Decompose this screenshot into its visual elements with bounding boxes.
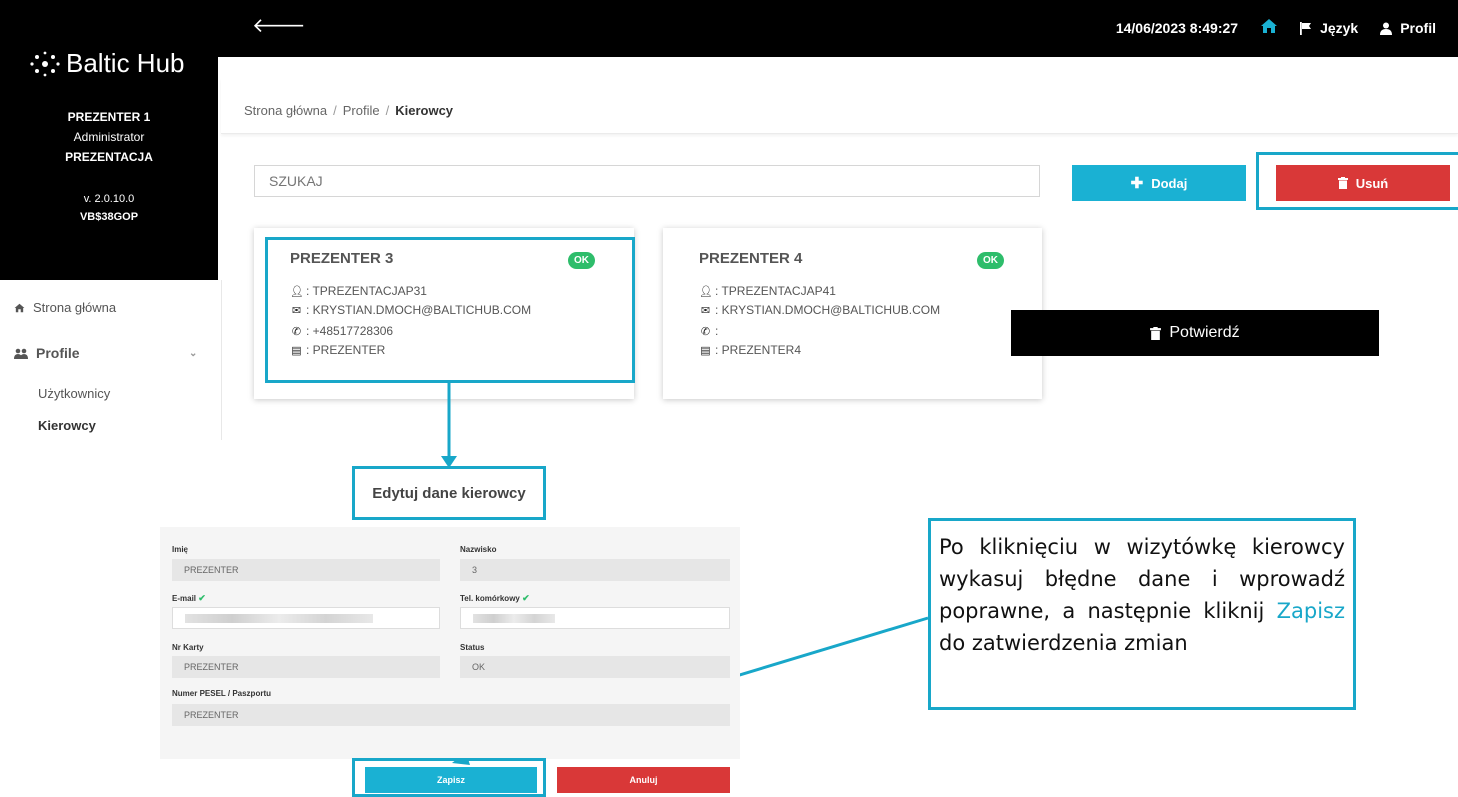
phone-field[interactable] — [460, 607, 730, 629]
first-name-field[interactable]: PREZENTER — [172, 559, 440, 581]
instruction-text-end: do zatwierdzenia zmian — [939, 631, 1188, 655]
last-name-label: Nazwisko — [460, 545, 497, 554]
pesel-field[interactable]: PREZENTER — [172, 704, 730, 726]
card-number-field[interactable]: PREZENTER — [172, 656, 440, 678]
cancel-button[interactable]: Anuluj — [557, 767, 730, 793]
blurred-value — [473, 614, 555, 623]
phone-label-wrap: Tel. komórkowy ✔ — [460, 593, 530, 604]
pesel-label: Numer PESEL / Paszportu — [172, 689, 271, 698]
check-icon: ✔ — [198, 593, 206, 603]
blurred-value — [185, 614, 373, 623]
last-name-field[interactable]: 3 — [460, 559, 730, 581]
save-button-highlight — [352, 758, 546, 797]
instruction-callout: Po kliknięciu w wizytówkę kierowcy wykas… — [928, 518, 1356, 710]
email-field[interactable] — [172, 607, 440, 629]
cancel-button-label: Anuluj — [629, 775, 658, 785]
first-name-label: Imię — [172, 545, 189, 554]
status-field[interactable]: OK — [460, 656, 730, 678]
email-label-wrap: E-mail ✔ — [172, 593, 206, 604]
phone-label: Tel. komórkowy — [460, 594, 520, 603]
check-icon: ✔ — [522, 593, 530, 603]
instruction-highlight: Zapisz — [1276, 599, 1345, 623]
edit-title-highlight — [352, 466, 546, 520]
edit-form-panel: Imię PREZENTER Nazwisko 3 E-mail ✔ Tel. … — [160, 527, 740, 759]
status-label: Status — [460, 643, 485, 652]
card-number-label: Nr Karty — [172, 643, 204, 652]
email-label: E-mail — [172, 594, 197, 603]
